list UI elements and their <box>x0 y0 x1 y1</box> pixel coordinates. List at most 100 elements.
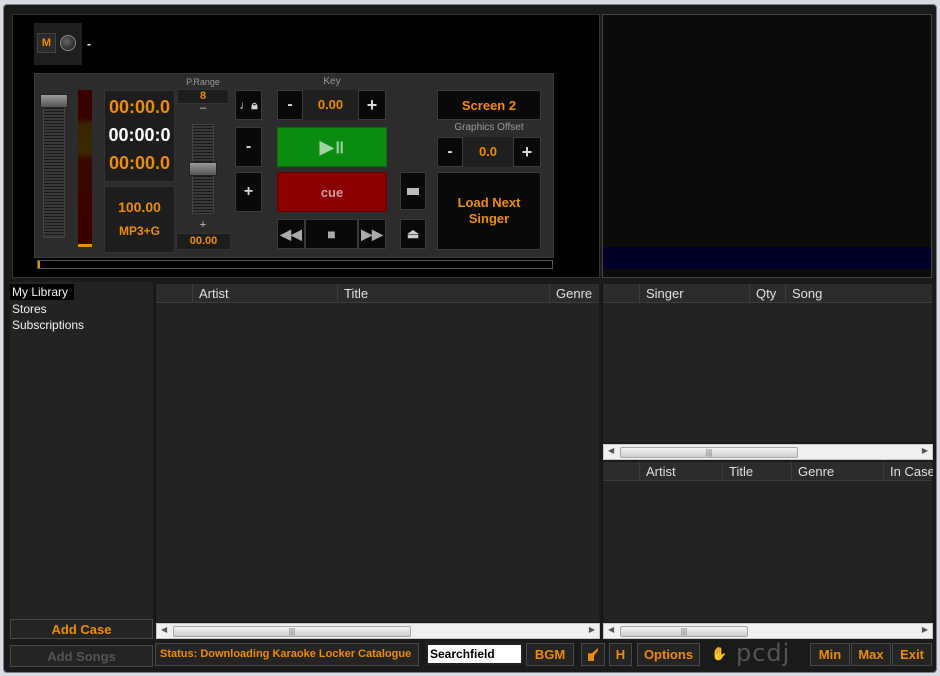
case-table: Artist Title Genre In Case ◀ ||| ▶ <box>602 462 933 639</box>
deck-panel: 00:00.0 00:00:0 00:00.0 100.00 MP3+G P.R… <box>34 73 554 269</box>
offset-plus-button[interactable]: + <box>513 137 541 167</box>
library-col-title[interactable]: Title <box>337 284 549 303</box>
singer-rotation-table: Singer Qty Song ◀ ||| ▶ <box>602 284 933 460</box>
graphics-offset-label: Graphics Offset <box>454 122 524 133</box>
video-lyric-bar <box>603 247 931 269</box>
case-table-header: Artist Title Genre In Case <box>603 462 933 481</box>
play-pause-icon: ▶॥ <box>319 137 345 157</box>
status-text: Status: Downloading Karaoke Locker Catal… <box>155 643 419 666</box>
time-elapsed: 00:00.0 <box>108 97 171 117</box>
singer-button[interactable] <box>581 643 605 666</box>
fast-forward-button[interactable]: ▶▶ <box>358 219 386 249</box>
fast-forward-icon: ▶▶ <box>361 225 383 242</box>
time-total: 00:00:0 <box>108 125 171 145</box>
hand-icon[interactable]: ✋ <box>711 646 727 662</box>
case-col-artist[interactable]: Artist <box>639 462 722 481</box>
library-table: Artist Title Genre ◀ ||| ▶ <box>155 284 600 639</box>
pitch-value: 00.00 <box>176 233 231 250</box>
case-col-title[interactable]: Title <box>722 462 791 481</box>
options-button[interactable]: Options <box>637 643 700 666</box>
app-window: M - 00:00.0 00:00:0 00:00.0 100.00 MP3+G <box>3 4 937 673</box>
volume-fader-knob[interactable] <box>40 94 68 108</box>
play-pause-button[interactable]: ▶॥ <box>277 127 387 167</box>
scroll-right-icon[interactable]: ▶ <box>589 625 595 634</box>
p-range-label: P.Range <box>186 77 220 87</box>
scroll-right-icon[interactable]: ▶ <box>922 625 928 634</box>
level-meter <box>78 90 92 245</box>
key-minus-button[interactable]: - <box>277 90 303 120</box>
case-scroll-thumb[interactable]: ||| <box>620 626 748 637</box>
singers-col-singer[interactable]: Singer <box>639 284 749 303</box>
sidebar-item-my-library[interactable]: My Library <box>10 284 75 300</box>
tempo-minus-button[interactable]: - <box>235 127 262 167</box>
rewind-button[interactable]: ◀◀ <box>277 219 305 249</box>
library-table-header: Artist Title Genre <box>156 284 599 303</box>
tempo-plus-button[interactable]: + <box>235 172 262 212</box>
rewind-icon: ◀◀ <box>280 225 302 242</box>
pitch-fader-knob[interactable] <box>189 162 217 176</box>
case-col-in-case[interactable]: In Case <box>883 462 933 481</box>
key-label: Key <box>323 76 341 87</box>
offset-minus-button[interactable]: - <box>437 137 463 167</box>
min-button[interactable]: Min <box>810 643 850 666</box>
library-hscrollbar[interactable]: ◀ ||| ▶ <box>156 623 600 639</box>
screen-2-button[interactable]: Screen 2 <box>437 90 541 120</box>
scroll-right-icon[interactable]: ▶ <box>922 446 928 455</box>
bgm-button[interactable]: BGM <box>526 643 574 666</box>
sidebar-item-subscriptions[interactable]: Subscriptions <box>10 317 153 333</box>
volume-knob-icon[interactable] <box>60 35 76 51</box>
singers-col-index[interactable] <box>603 284 639 303</box>
volume-fader[interactable] <box>40 90 68 243</box>
singers-col-qty[interactable]: Qty <box>749 284 785 303</box>
singers-table-header: Singer Qty Song <box>603 284 932 303</box>
track-progress-bar[interactable] <box>37 260 553 269</box>
case-col-index[interactable] <box>603 462 639 481</box>
time-display: 00:00.0 00:00:0 00:00.0 <box>104 90 175 182</box>
deck-area: M - 00:00.0 00:00:0 00:00.0 100.00 MP3+G <box>12 14 600 278</box>
library-col-index[interactable] <box>156 284 192 303</box>
format-value: MP3+G <box>118 224 160 238</box>
music-note-lock-icon: ♩🔒︎ <box>239 97 258 112</box>
case-col-genre[interactable]: Genre <box>791 462 883 481</box>
add-case-button[interactable]: Add Case <box>10 619 153 639</box>
key-plus-button[interactable]: + <box>358 90 386 120</box>
deck-header: M <box>34 23 82 65</box>
exit-button[interactable]: Exit <box>892 643 932 666</box>
key-value: 0.00 <box>303 90 358 120</box>
track-title: - <box>87 37 91 51</box>
pitch-plus-label: + <box>199 219 207 231</box>
search-input[interactable] <box>426 643 523 665</box>
stop-icon: ■ <box>327 226 336 242</box>
scroll-left-icon[interactable]: ◀ <box>608 446 614 455</box>
library-scroll-thumb[interactable]: ||| <box>173 626 411 637</box>
screen-icon <box>407 187 419 195</box>
pitch-minus-label: – <box>199 102 207 114</box>
pitch-fader[interactable] <box>189 124 217 214</box>
screen-toggle-button[interactable] <box>400 172 426 210</box>
load-next-singer-button[interactable]: Load Next Singer <box>437 172 541 250</box>
graphics-offset-value: 0.0 <box>463 137 513 167</box>
singer-icon <box>588 648 598 661</box>
track-progress-marker[interactable] <box>38 261 40 268</box>
stop-button[interactable]: ■ <box>305 219 358 249</box>
max-button[interactable]: Max <box>851 643 891 666</box>
eject-button[interactable]: ⏏ <box>400 219 426 249</box>
bpm-value: 100.00 <box>118 199 161 215</box>
m-button[interactable]: M <box>37 33 56 53</box>
singers-hscrollbar[interactable]: ◀ ||| ▶ <box>603 444 933 460</box>
scroll-left-icon[interactable]: ◀ <box>161 625 167 634</box>
scroll-left-icon[interactable]: ◀ <box>608 625 614 634</box>
library-col-artist[interactable]: Artist <box>192 284 337 303</box>
cue-button[interactable]: cue <box>277 172 387 212</box>
volume-fader-track <box>43 98 65 238</box>
library-col-genre[interactable]: Genre <box>549 284 600 303</box>
bpm-display: 100.00 MP3+G <box>104 186 175 253</box>
h-button[interactable]: H <box>609 643 632 666</box>
case-hscrollbar[interactable]: ◀ ||| ▶ <box>603 623 933 639</box>
key-lock-button[interactable]: ♩🔒︎ <box>235 90 262 120</box>
singers-scroll-thumb[interactable]: ||| <box>620 447 798 458</box>
sidebar: My Library Stores Subscriptions <box>10 282 153 620</box>
sidebar-item-stores[interactable]: Stores <box>10 301 153 317</box>
add-songs-button[interactable]: Add Songs <box>10 645 153 667</box>
singers-col-song[interactable]: Song <box>785 284 933 303</box>
